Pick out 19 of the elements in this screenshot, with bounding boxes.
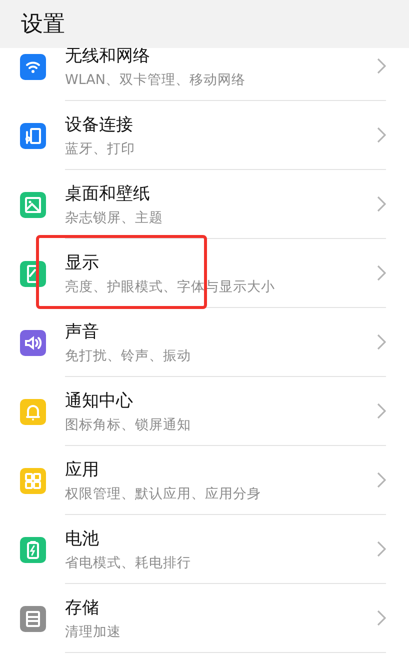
item-subtitle: WLAN、双卡管理、移动网络 xyxy=(65,70,247,88)
item-subtitle: 省电模式、耗电排行 xyxy=(65,554,192,572)
page-title: 设置 xyxy=(21,11,65,39)
item-title[interactable]: 桌面和壁纸 xyxy=(65,182,377,204)
item-title[interactable]: 声音 xyxy=(65,320,377,342)
item-title[interactable]: 电池 xyxy=(65,526,377,550)
item-subtitle: 杂志锁屏、主题 xyxy=(65,208,164,226)
item-subtitle: 图标角标、锁屏通知 xyxy=(65,416,192,434)
item-title[interactable]: 存储 xyxy=(65,596,377,618)
item-subtitle: 亮度、护眼模式、字体与显示大小 xyxy=(65,278,276,296)
item-title[interactable]: 显示 xyxy=(65,250,377,274)
item-subtitle: 权限管理、默认应用、应用分身 xyxy=(65,484,262,502)
item-subtitle: 清理加速 xyxy=(65,622,122,640)
item-subtitle: 蓝牙、打印 xyxy=(65,140,136,158)
item-title[interactable]: 应用 xyxy=(65,458,377,480)
item-title[interactable]: 设备连接 xyxy=(65,112,377,136)
item-title[interactable]: 无线和网络 xyxy=(65,44,377,66)
item-subtitle: 免打扰、铃声、振动 xyxy=(65,346,192,364)
item-title[interactable]: 通知中心 xyxy=(65,388,377,412)
